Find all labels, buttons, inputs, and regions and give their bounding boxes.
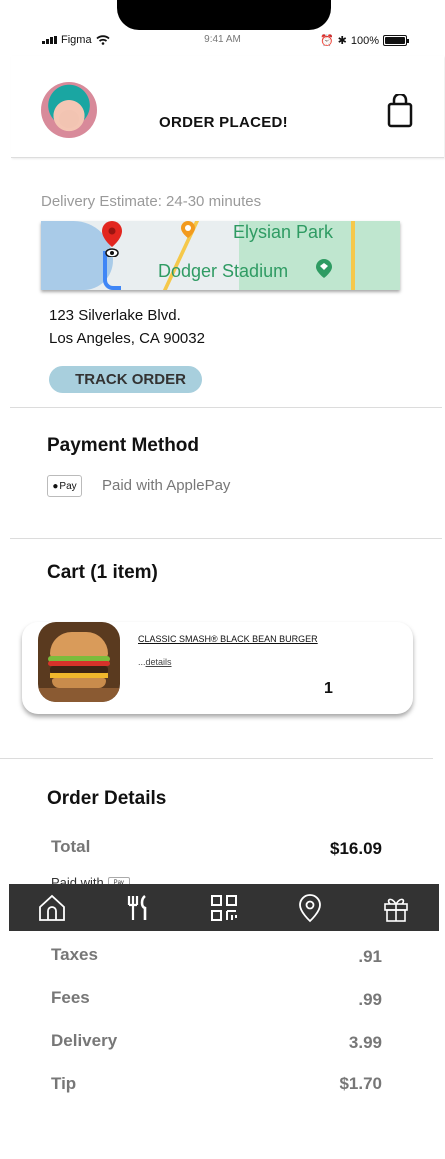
tab-scan[interactable] — [181, 884, 267, 931]
details-prefix: ... — [138, 657, 146, 667]
taxes-value: .91 — [358, 947, 382, 966]
battery-percent: 100% — [350, 34, 379, 47]
delivery-estimate: Delivery Estimate: 24-30 minutes — [41, 193, 262, 210]
location-pin-icon — [102, 221, 122, 257]
total-label: Total — [51, 837, 91, 856]
tab-locations[interactable] — [267, 884, 353, 931]
track-order-button[interactable]: TRACK ORDER — [49, 366, 202, 393]
qr-code-icon — [211, 894, 237, 921]
status-right: ⏰ ✱ 100% — [319, 34, 409, 47]
payment-method-label: Paid with ApplePay — [102, 477, 231, 494]
map-label-dodger: Dodger Stadium — [158, 261, 289, 281]
tab-rewards[interactable] — [353, 884, 439, 931]
applepay-badge: ● Pay — [47, 475, 82, 497]
address-line-2: Los Angeles, CA 90032 — [49, 330, 205, 347]
applepay-badge-text: Pay — [59, 480, 77, 492]
page-title: ORDER PLACED! — [159, 114, 288, 131]
battery-level — [385, 37, 405, 44]
divider — [10, 538, 442, 539]
divider — [0, 758, 433, 759]
payment-method-title: Payment Method — [47, 435, 200, 456]
taxes-label: Taxes — [51, 945, 98, 964]
status-bar: Figma 9:41 AM ⏰ ✱ 100% — [0, 32, 445, 50]
tip-label: Tip — [51, 1074, 77, 1093]
device-notch — [117, 0, 331, 30]
bluetooth-icon: ✱ — [337, 35, 347, 47]
divider — [10, 407, 442, 408]
home-icon — [39, 894, 65, 921]
delivery-map[interactable]: Elysian Park Dodger Stadium — [41, 221, 400, 290]
fork-knife-icon — [127, 894, 147, 920]
park-pin-icon — [316, 259, 332, 278]
battery-icon — [383, 35, 409, 46]
location-pin-icon — [299, 893, 321, 922]
fees-value: .99 — [358, 990, 382, 1009]
total-value: $16.09 — [330, 839, 382, 858]
cart-item-name[interactable]: CLASSIC SMASH® BLACK BEAN BURGER — [138, 634, 318, 644]
delivery-fee-value: 3.99 — [348, 1033, 382, 1052]
tab-menu[interactable] — [95, 884, 181, 931]
burger-image — [38, 622, 120, 702]
apple-logo-icon: ● — [52, 480, 59, 492]
delivery-fee-label: Delivery — [51, 1031, 118, 1050]
map-road — [351, 221, 355, 290]
bottom-tab-bar — [9, 884, 439, 931]
cart-item-card[interactable]: CLASSIC SMASH® BLACK BEAN BURGER ...deta… — [22, 622, 413, 714]
alarm-icon: ⏰ — [319, 35, 334, 47]
fees-label: Fees — [51, 988, 90, 1007]
cart-item-details[interactable]: ...details — [138, 657, 172, 667]
shopping-bag-icon[interactable] — [387, 94, 413, 128]
tab-home[interactable] — [9, 884, 95, 931]
restaurant-pin-icon — [181, 221, 195, 238]
cart-item-quantity: 1 — [324, 680, 333, 697]
order-details-title: Order Details — [47, 788, 167, 809]
cart-title: Cart (1 item) — [47, 562, 158, 583]
header: ORDER PLACED! — [11, 56, 444, 158]
tip-value: $1.70 — [339, 1074, 382, 1093]
gift-icon — [384, 898, 408, 922]
details-link[interactable]: details — [146, 657, 172, 667]
address-line-1: 123 Silverlake Blvd. — [49, 307, 181, 324]
map-label-elysian: Elysian Park — [233, 222, 334, 242]
